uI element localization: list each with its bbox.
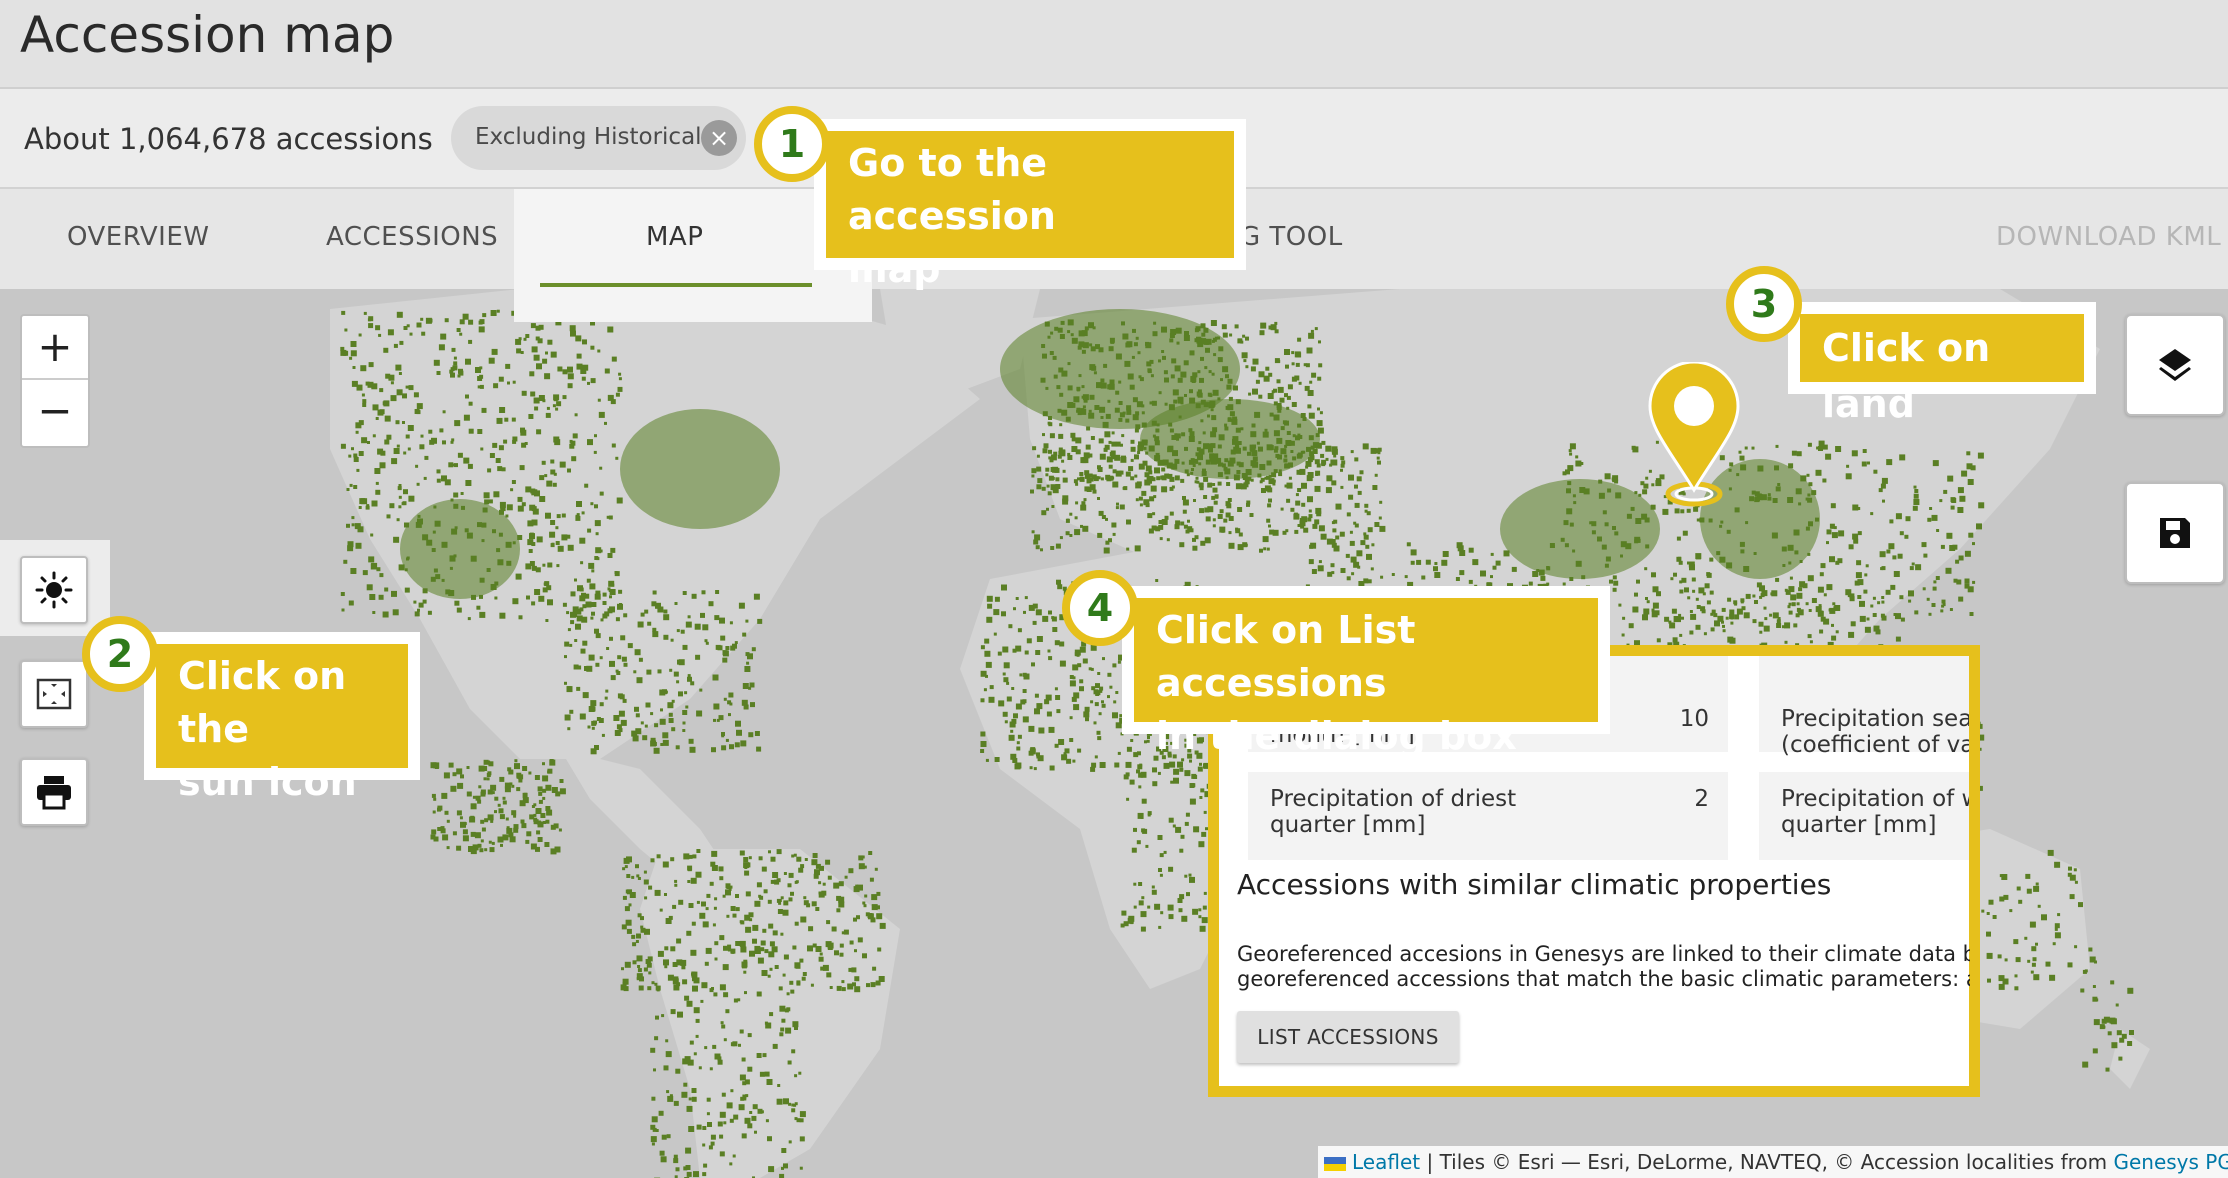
tab-overview[interactable]: OVERVIEW: [67, 222, 209, 252]
popup-label: Precipitation seas (coefficient of vari: [1781, 706, 1980, 758]
map-pin-icon: [1648, 362, 1740, 507]
callout-2: Click on the sun icon: [144, 632, 420, 804]
sun-icon: [35, 571, 73, 609]
popup-value: 2: [1694, 786, 1709, 812]
print-button[interactable]: [20, 758, 88, 826]
popup-value: 10: [1679, 706, 1709, 732]
attribution-text: | Tiles © Esri — Esri, DeLorme, NAVTEQ, …: [1420, 1150, 2114, 1174]
popup-label: Precipitation of driest quarter [mm]: [1270, 786, 1517, 838]
callout-badge-3: 3: [1726, 266, 1802, 342]
zoom-out-button[interactable]: −: [22, 380, 88, 442]
layers-button[interactable]: [2125, 314, 2225, 416]
similar-accessions-description: Georeferenced accesions in Genesys are l…: [1237, 942, 1970, 991]
layers-icon: [2159, 349, 2191, 381]
similar-accessions-heading: Accessions with similar climatic propert…: [1237, 868, 1832, 901]
zoom-in-button[interactable]: +: [22, 316, 88, 380]
fit-bounds-icon: [36, 678, 72, 710]
close-icon[interactable]: ×: [701, 120, 737, 156]
tab-map-indicator: [540, 283, 812, 287]
page-title: Accession map: [20, 6, 395, 64]
save-icon: [2160, 518, 2190, 548]
callout-badge-4: 4: [1062, 570, 1138, 646]
download-kml-link[interactable]: DOWNLOAD KML: [1996, 222, 2221, 252]
list-accessions-button[interactable]: LIST ACCESSIONS: [1237, 1011, 1459, 1063]
tab-tool[interactable]: G TOOL: [1240, 222, 1343, 252]
save-button[interactable]: [2125, 482, 2225, 584]
tab-map-highlight: [514, 189, 872, 322]
filter-chip-label: Excluding Historical: [475, 124, 702, 150]
callout-badge-2: 2: [82, 616, 158, 692]
sun-button[interactable]: [20, 556, 88, 624]
tab-map[interactable]: MAP: [646, 222, 703, 252]
callout-3: Click on land: [1788, 302, 2096, 426]
genesys-link[interactable]: Genesys PGR: [2113, 1150, 2228, 1174]
callout-4: Click on List accessions in the dialog bo…: [1122, 586, 1610, 758]
tab-accessions[interactable]: ACCESSIONS: [326, 222, 498, 252]
popup-label: Precipitation of wa quarter [mm]: [1781, 786, 1980, 838]
callout-1: Go to the accession map: [814, 119, 1246, 291]
accession-count: About 1,064,678 accessions: [24, 122, 433, 156]
print-icon: [37, 776, 71, 810]
fit-bounds-button[interactable]: [20, 660, 88, 728]
leaflet-link[interactable]: Leaflet: [1352, 1150, 1420, 1174]
ukraine-flag-icon: [1324, 1156, 1346, 1171]
map-attribution: Leaflet | Tiles © Esri — Esri, DeLorme, …: [1318, 1146, 2228, 1178]
callout-badge-1: 1: [754, 106, 830, 182]
